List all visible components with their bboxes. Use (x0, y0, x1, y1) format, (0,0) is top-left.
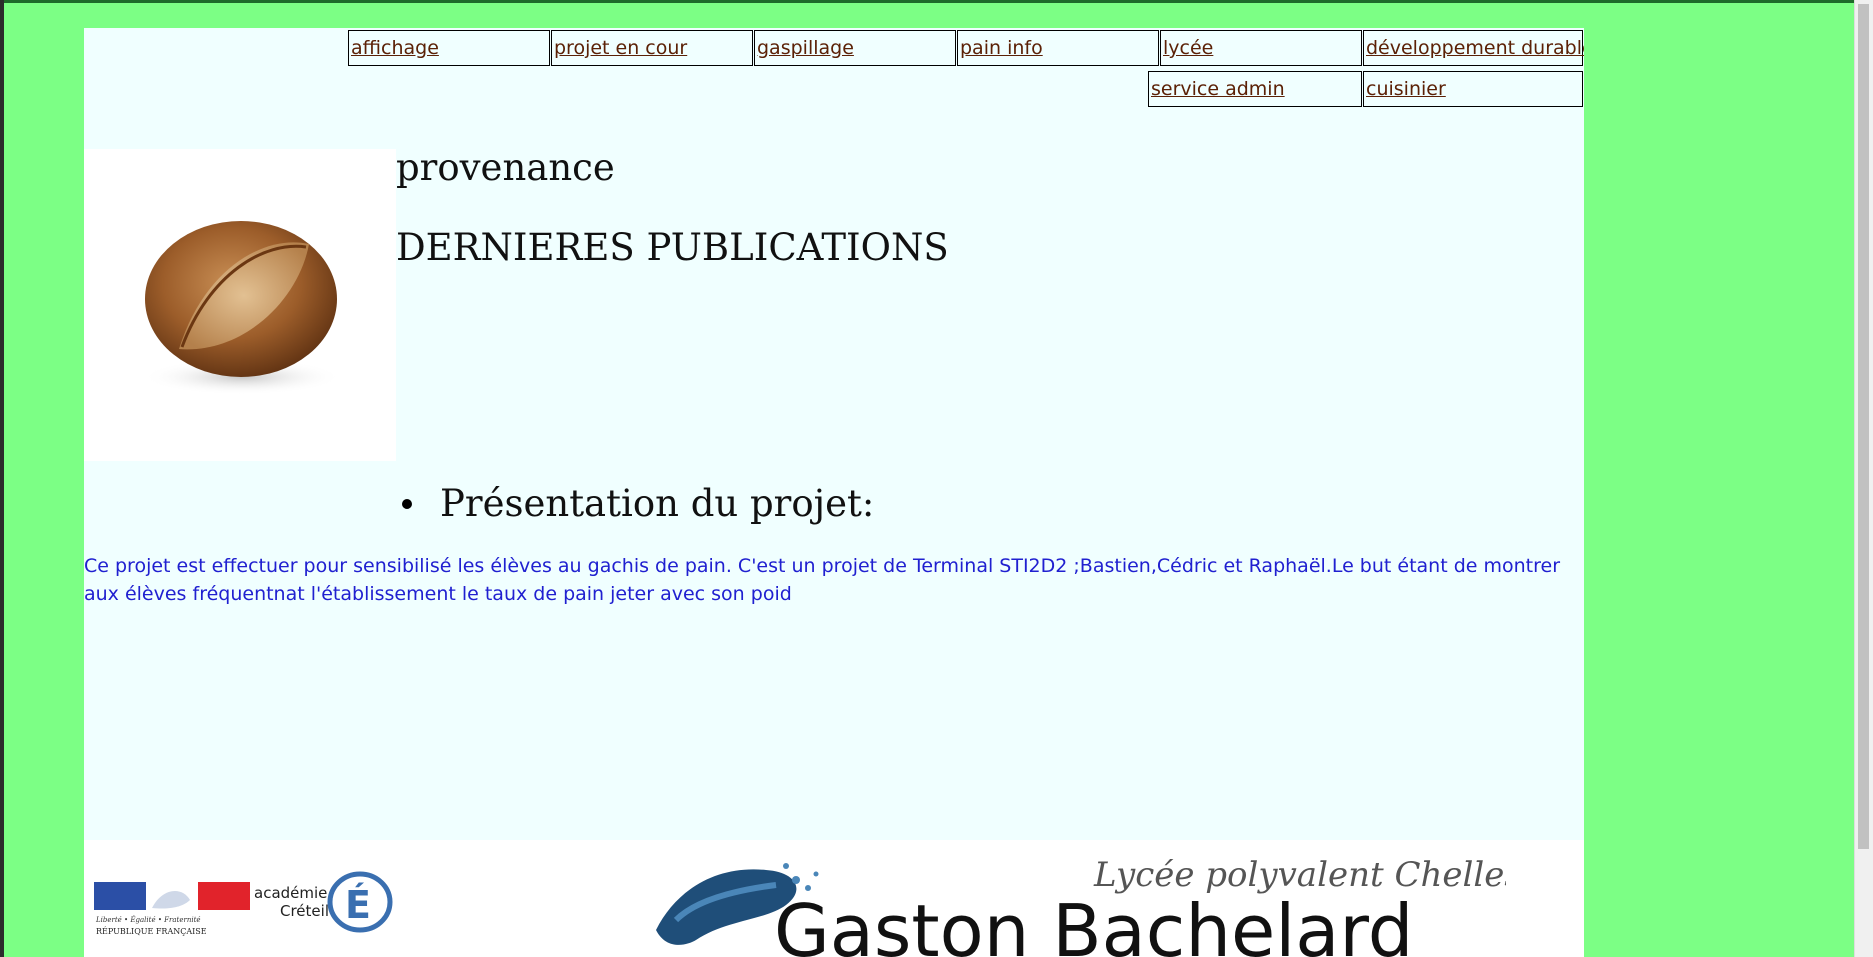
creteil-label: Créteil (280, 902, 329, 920)
marianne-logo: Liberté • Égalité • Fraternité RÉPUBLIQU… (94, 882, 250, 936)
bread-image (84, 149, 396, 461)
project-description: Ce projet est effectuer pour sensibilisé… (84, 555, 1561, 605)
lycee-name: Gaston Bachelard (774, 889, 1413, 957)
nav-cell-affichage: affichage (348, 30, 550, 66)
nav-link-cuisinier[interactable]: cuisinier (1364, 72, 1582, 100)
heading-provenance: provenance (396, 146, 615, 189)
nav-cell-pain-info: pain info (957, 30, 1159, 66)
lycee-gaston-bachelard-logo: Lycée polyvalent Chelles 77 Gaston Bache… (656, 855, 1506, 957)
bread-loaf-icon (142, 221, 342, 395)
nav-link-gaspillage[interactable]: gaspillage (755, 31, 955, 59)
page-content: affichage projet en cour gaspillage pain… (84, 28, 1584, 957)
nav-link-lycee[interactable]: lycée (1161, 31, 1361, 59)
nav-cell-service-admin: service admin (1148, 71, 1362, 107)
nav-cell-gaspillage: gaspillage (754, 30, 956, 66)
bullet-icon (402, 498, 412, 509)
nav-link-developpement-durable[interactable]: développement durable (1364, 31, 1584, 59)
nav-link-pain-info[interactable]: pain info (958, 31, 1158, 59)
nav-cell-projet-en-cour: projet en cour (551, 30, 753, 66)
footer-banner: Liberté • Égalité • Fraternité RÉPUBLIQU… (84, 840, 1584, 957)
nav-cell-lycee: lycée (1160, 30, 1362, 66)
presentation-heading: Présentation du projet: (440, 482, 875, 525)
nav-link-service-admin[interactable]: service admin (1149, 72, 1361, 100)
academie-creteil-logo: académie Créteil É (254, 871, 393, 933)
window-top-border (0, 0, 1873, 3)
bullet-list-item: Présentation du projet: (396, 482, 874, 525)
svg-text:É: É (345, 883, 371, 927)
scrollbar-thumb[interactable] (1858, 4, 1869, 849)
heading-dernieres-publications: DERNIERES PUBLICATIONS (396, 226, 949, 269)
vertical-scrollbar[interactable] (1854, 0, 1873, 957)
window-left-border (0, 0, 4, 957)
nav-link-affichage[interactable]: affichage (349, 31, 549, 59)
nav-link-projet-en-cour[interactable]: projet en cour (552, 31, 752, 59)
nav-cell-cuisinier: cuisinier (1363, 71, 1583, 107)
nav-cell-developpement-durable: développement durable (1363, 30, 1584, 66)
republique-label: RÉPUBLIQUE FRANÇAISE (96, 927, 207, 936)
republique-motto: Liberté • Égalité • Fraternité (95, 915, 201, 924)
academie-label: académie (254, 884, 327, 902)
